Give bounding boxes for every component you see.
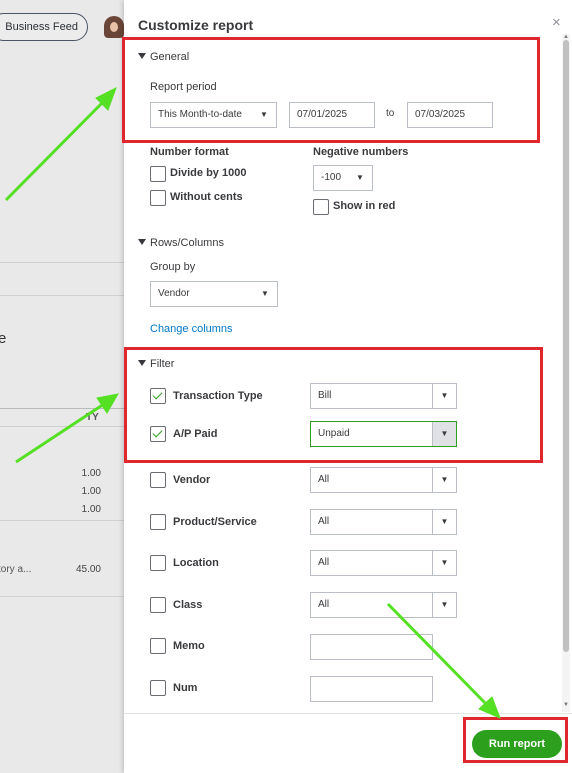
change-columns-link[interactable]: Change columns <box>150 323 233 335</box>
from-date-input[interactable]: 07/01/2025 <box>289 102 375 128</box>
row-label: tory a... <box>0 564 32 575</box>
divider <box>0 262 124 263</box>
num-checkbox[interactable] <box>150 680 166 696</box>
class-select[interactable]: All ▼ <box>310 592 457 618</box>
screen: Business Feed e TY 1.00 1.00 1.00 tory a… <box>0 0 572 773</box>
row-value: 1.00 <box>81 486 101 497</box>
group-by-label: Group by <box>150 261 196 273</box>
chevron-down-icon: ▼ <box>260 110 268 119</box>
product-service-select[interactable]: All ▼ <box>310 509 457 535</box>
filter-label-transaction-type: Transaction Type <box>173 390 263 402</box>
rows-columns-section-toggle[interactable]: Rows/Columns <box>138 237 224 249</box>
product-service-checkbox[interactable] <box>150 514 166 530</box>
without-cents-label: Without cents <box>170 191 243 203</box>
class-checkbox[interactable] <box>150 597 166 613</box>
negative-numbers-label: Negative numbers <box>313 146 409 158</box>
vendor-select[interactable]: All ▼ <box>310 467 457 493</box>
run-report-button[interactable]: Run report <box>472 730 562 758</box>
avatar[interactable] <box>104 16 124 38</box>
divide-by-1000-label: Divide by 1000 <box>170 167 247 179</box>
scroll-down-icon[interactable]: ▼ <box>563 702 569 708</box>
divider <box>150 460 481 461</box>
divider <box>0 426 124 427</box>
scrollbar-thumb[interactable] <box>563 40 569 652</box>
show-in-red-label: Show in red <box>333 200 396 212</box>
filter-label-memo: Memo <box>173 640 205 652</box>
row-value: 1.00 <box>81 504 101 515</box>
memo-input[interactable] <box>310 634 433 660</box>
without-cents-checkbox[interactable] <box>150 190 166 206</box>
row-value: 45.00 <box>75 564 101 575</box>
divide-by-1000-checkbox[interactable] <box>150 166 166 182</box>
to-date-input[interactable]: 07/03/2025 <box>407 102 493 128</box>
divider <box>0 295 124 296</box>
filter-label-ap-paid: A/P Paid <box>173 428 218 440</box>
chevron-down-icon: ▼ <box>261 289 269 298</box>
report-background: Business Feed e TY 1.00 1.00 1.00 tory a… <box>0 0 124 773</box>
general-section-toggle[interactable]: General <box>138 51 189 63</box>
transaction-type-checkbox[interactable] <box>150 388 166 404</box>
filter-section-toggle[interactable]: Filter <box>138 358 174 370</box>
chevron-down-icon: ▼ <box>432 551 456 575</box>
report-period-select[interactable]: This Month-to-date ▼ <box>150 102 277 128</box>
caret-down-icon <box>138 53 146 59</box>
chevron-down-icon: ▼ <box>432 384 456 408</box>
filter-label-vendor: Vendor <box>173 474 211 486</box>
divider <box>0 520 124 521</box>
caret-down-icon <box>138 360 146 366</box>
vendor-checkbox[interactable] <box>150 472 166 488</box>
filter-label-location: Location <box>173 557 219 569</box>
to-label: to <box>386 108 395 119</box>
column-header: TY <box>86 412 99 423</box>
transaction-type-select[interactable]: Bill ▼ <box>310 383 457 409</box>
chevron-down-icon: ▼ <box>432 593 456 617</box>
report-title-partial: e <box>0 330 7 347</box>
panel-title: Customize report <box>138 17 254 33</box>
location-checkbox[interactable] <box>150 555 166 571</box>
chevron-down-icon: ▼ <box>432 468 456 492</box>
scrollbar[interactable]: ▲ ▼ <box>562 34 570 712</box>
caret-down-icon <box>138 239 146 245</box>
number-format-label: Number format <box>150 146 229 158</box>
num-input[interactable] <box>310 676 433 702</box>
close-icon[interactable]: × <box>552 14 561 31</box>
chevron-down-icon: ▼ <box>432 510 456 534</box>
negative-numbers-select[interactable]: -100 ▼ <box>313 165 373 191</box>
location-select[interactable]: All ▼ <box>310 550 457 576</box>
filter-label-product-service: Product/Service <box>173 516 257 528</box>
ap-paid-checkbox[interactable] <box>150 426 166 442</box>
chevron-down-icon: ▼ <box>432 422 456 446</box>
chevron-down-icon: ▼ <box>356 173 364 182</box>
customize-report-panel: Customize report × General Report period… <box>124 0 572 773</box>
ap-paid-select[interactable]: Unpaid ▼ <box>310 421 457 447</box>
show-in-red-checkbox[interactable] <box>313 199 329 215</box>
divider <box>0 408 124 409</box>
group-by-select[interactable]: Vendor ▼ <box>150 281 278 307</box>
row-value: 1.00 <box>81 468 101 479</box>
report-period-label: Report period <box>150 81 217 93</box>
divider <box>0 596 124 597</box>
filter-label-num: Num <box>173 682 198 694</box>
business-feed-button[interactable]: Business Feed <box>0 13 88 41</box>
memo-checkbox[interactable] <box>150 638 166 654</box>
filter-label-class: Class <box>173 599 203 611</box>
panel-footer: Run report <box>124 713 572 773</box>
